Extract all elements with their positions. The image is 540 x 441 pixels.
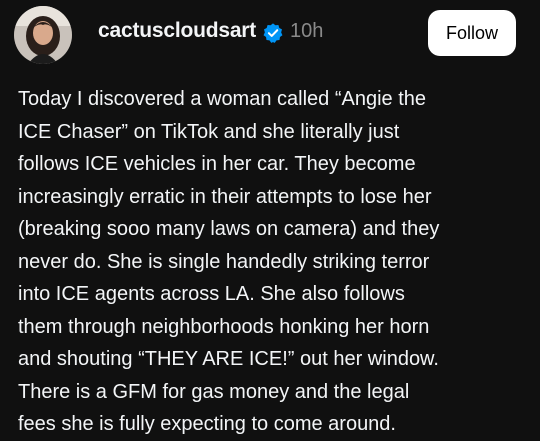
post-body-line: There is a GFM for gas money and the leg…: [18, 380, 410, 403]
post-body-line: Today I discovered a woman called “Angie…: [18, 88, 427, 110]
post-body-line: ICE Chaser” on TikTok and she literally …: [18, 120, 400, 143]
avatar-image: [14, 6, 72, 64]
post-card: cactuscloudsart 10h Follow Today I disco…: [0, 0, 540, 435]
post-body: Today I discovered a woman called “Angie…: [18, 83, 530, 441]
post-header: cactuscloudsart 10h Follow: [0, 0, 540, 70]
username[interactable]: cactuscloudsart: [98, 19, 256, 43]
post-body-line: follows ICE vehicles in her car. They be…: [18, 153, 416, 175]
post-body-line: into ICE agents across LA. She also foll…: [18, 283, 405, 305]
post-body-line: (breaking sooo many laws on camera) and …: [18, 218, 440, 240]
post-body-line: fees she is fully expecting to come arou…: [18, 413, 396, 435]
post-body-line: them through neighborhoods honking her h…: [18, 315, 430, 338]
avatar[interactable]: [14, 6, 72, 64]
post-body-line: never do. She is single handedly strikin…: [18, 250, 430, 273]
post-body-line: and shouting “THEY ARE ICE!” out her win…: [18, 348, 439, 370]
verified-badge-icon: [263, 23, 283, 43]
post-body-line: increasingly erratic in their attempts t…: [18, 185, 432, 208]
follow-button[interactable]: Follow: [428, 10, 516, 56]
post-timestamp: 10h: [290, 20, 324, 42]
